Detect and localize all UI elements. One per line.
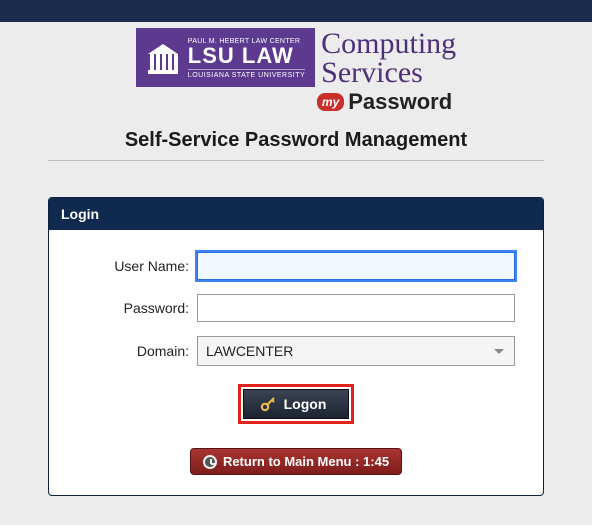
panel-body: User Name: Password: Domain: LAWCENTER: [49, 230, 543, 495]
logo-block: PAUL M. HEBERT LAW CENTER LSU LAW LOUISI…: [136, 28, 456, 115]
top-bar: [0, 0, 592, 22]
return-button[interactable]: Return to Main Menu : 1:45: [190, 448, 402, 475]
logon-button[interactable]: Logon: [243, 389, 350, 419]
building-icon: [146, 42, 180, 76]
password-label: Password:: [77, 300, 197, 316]
password-word: Password: [348, 89, 452, 115]
password-input[interactable]: [197, 294, 515, 322]
clock-icon: [203, 455, 217, 469]
page-title: Self-Service Password Management: [0, 129, 592, 152]
domain-label: Domain:: [77, 343, 197, 359]
domain-row: Domain: LAWCENTER: [77, 336, 515, 366]
username-input[interactable]: [197, 252, 515, 280]
my-pill: my: [317, 93, 344, 111]
panel-header: Login: [49, 198, 543, 230]
logon-label: Logon: [284, 396, 327, 412]
mypassword-row: my Password: [136, 89, 456, 115]
lsu-law-badge: PAUL M. HEBERT LAW CENTER LSU LAW LOUISI…: [136, 28, 315, 87]
logon-highlight: Logon: [238, 384, 355, 424]
username-label: User Name:: [77, 258, 197, 274]
services-word: Services: [321, 59, 456, 88]
username-row: User Name:: [77, 252, 515, 280]
logo-row: PAUL M. HEBERT LAW CENTER LSU LAW LOUISI…: [136, 28, 456, 87]
computing-word: Computing: [321, 30, 456, 59]
domain-value: LAWCENTER: [197, 336, 515, 366]
key-icon: [260, 396, 276, 412]
header: PAUL M. HEBERT LAW CENTER LSU LAW LOUISI…: [0, 22, 592, 115]
domain-select[interactable]: LAWCENTER: [197, 336, 515, 366]
logo-big: LSU LAW: [188, 45, 305, 67]
computing-services-text: Computing Services: [315, 28, 456, 87]
return-label: Return to Main Menu : 1:45: [223, 454, 389, 469]
divider: [48, 160, 544, 161]
return-row: Return to Main Menu : 1:45: [77, 448, 515, 475]
mypassword-logo: my Password: [317, 89, 452, 115]
login-panel: Login User Name: Password: Domain: LAWCE…: [48, 197, 544, 496]
logon-row: Logon: [77, 384, 515, 424]
logo-sub: LOUISIANA STATE UNIVERSITY: [188, 69, 305, 79]
password-row: Password:: [77, 294, 515, 322]
